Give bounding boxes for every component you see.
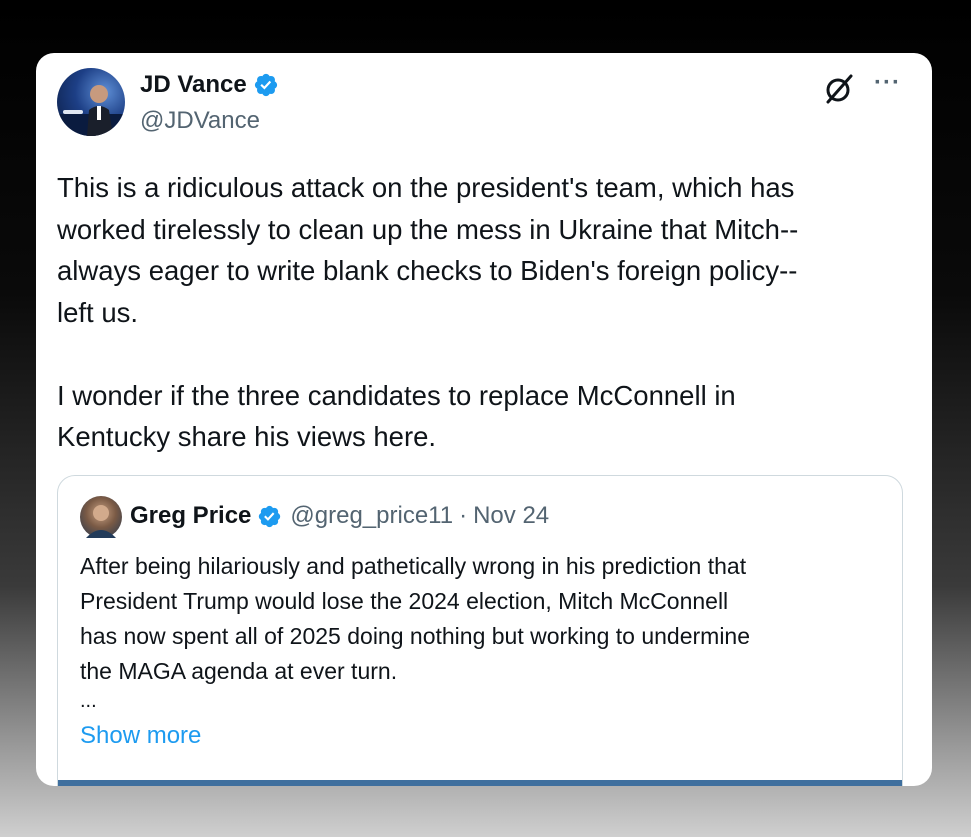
- quoted-author-handle[interactable]: @greg_price11: [290, 502, 453, 530]
- tweet-text: This is a ridiculous attack on the presi…: [57, 172, 799, 452]
- author-name-row: JD Vance: [140, 71, 279, 99]
- quoted-tweet-date[interactable]: Nov 24: [473, 502, 549, 530]
- quoted-author-avatar[interactable]: [80, 496, 122, 538]
- grok-icon[interactable]: [823, 73, 855, 105]
- author-name[interactable]: JD Vance: [140, 71, 247, 99]
- quoted-tweet-header: Greg Price @greg_price11 · Nov 24: [130, 502, 549, 530]
- meta-separator: ·: [459, 502, 468, 529]
- show-more-link[interactable]: Show more: [80, 722, 201, 750]
- author-handle[interactable]: @JDVance: [140, 107, 260, 135]
- tweet-card: JD Vance @JDVance ··· This is a ridiculo…: [36, 53, 932, 786]
- quoted-verified-badge-icon: [257, 504, 282, 529]
- quoted-tweet-ellipsis: ...: [80, 690, 97, 712]
- quoted-tweet-text: After being hilariously and pathetically…: [80, 553, 751, 684]
- verified-badge-icon: [253, 72, 279, 98]
- more-icon[interactable]: ···: [874, 69, 901, 97]
- quoted-media-edge: [58, 780, 902, 786]
- quoted-tweet[interactable]: Greg Price @greg_price11 · Nov 24 After …: [57, 475, 903, 786]
- author-avatar[interactable]: [57, 68, 125, 136]
- quoted-author-name[interactable]: Greg Price: [130, 502, 251, 530]
